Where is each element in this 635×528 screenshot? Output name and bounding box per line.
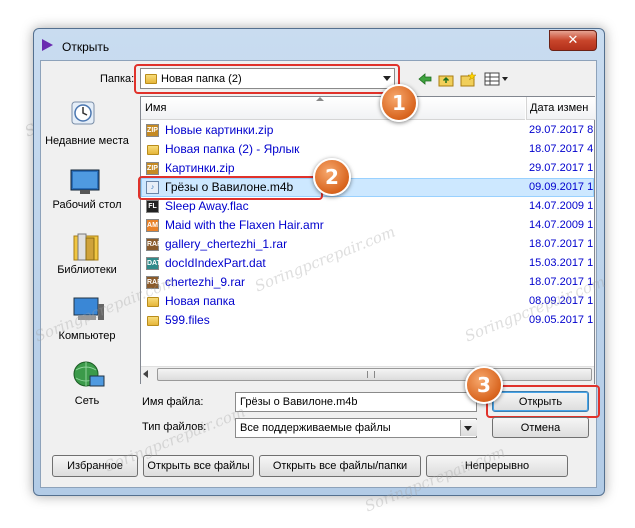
up-folder-icon[interactable]: [438, 71, 454, 87]
file-name: 599.files: [165, 313, 210, 327]
file-date: 15.03.2017 1: [529, 257, 594, 269]
file-name: gallery_chertezhi_1.rar: [165, 237, 288, 251]
file-date: 29.07.2017 1: [529, 162, 594, 174]
callout-badge-3: 3: [465, 366, 503, 404]
file-date: 14.07.2009 1: [529, 200, 594, 212]
amr-file-icon: AM: [146, 219, 159, 232]
recent-places-icon[interactable]: [64, 98, 104, 130]
table-row[interactable]: ZIP Новые картинки.zip 29.07.2017 8: [141, 121, 594, 140]
file-name: Новые картинки.zip: [165, 123, 274, 137]
scroll-left-icon[interactable]: [143, 370, 148, 378]
cancel-button[interactable]: Отмена: [492, 417, 589, 438]
sort-arrow-icon: [316, 97, 324, 101]
table-row[interactable]: Новая папка (2) - Ярлык 18.07.2017 4: [141, 140, 594, 159]
filename-input[interactable]: Грёзы о Вавилоне.m4b: [235, 392, 477, 412]
column-header-date[interactable]: Дата измен: [526, 97, 595, 120]
highlight-selected-file: [138, 176, 323, 200]
view-menu-icon[interactable]: [484, 71, 508, 87]
file-name: docIdIndexPart.dat: [165, 256, 266, 270]
file-name: Новая папка (2) - Ярлык: [165, 142, 300, 156]
new-folder-icon[interactable]: [460, 71, 477, 87]
filename-label: Имя файла:: [142, 396, 204, 408]
table-row[interactable]: RAR chertezhi_9.rar 18.07.2017 1: [141, 273, 594, 292]
column-name-label: Имя: [145, 102, 167, 114]
highlight-location: [134, 64, 400, 94]
open-all-files-button[interactable]: Открыть все файлы: [143, 455, 254, 477]
callout-badge-2: 2: [313, 158, 351, 196]
file-date: 29.07.2017 8: [529, 124, 594, 136]
network-icon[interactable]: [68, 360, 108, 390]
place-label[interactable]: Сеть: [42, 395, 132, 408]
file-name: Новая папка: [165, 294, 235, 308]
app-icon: [40, 38, 54, 52]
open-all-files-folders-button[interactable]: Открыть все файлы/папки: [259, 455, 421, 477]
window-title: Открыть: [62, 40, 110, 54]
thumb-grip-icon: [367, 371, 375, 378]
zip-file-icon: ZIP: [146, 162, 159, 175]
filetype-select[interactable]: Все поддерживаемые файлы: [235, 418, 477, 438]
libraries-icon[interactable]: [68, 232, 104, 262]
desktop-icon[interactable]: [66, 168, 106, 196]
zip-file-icon: ZIP: [146, 124, 159, 137]
column-date-label: Дата измен: [530, 102, 589, 114]
back-icon[interactable]: [417, 71, 433, 87]
flac-file-icon: FL: [146, 200, 159, 213]
callout-badge-1: 1: [380, 84, 418, 122]
place-label[interactable]: Библиотеки: [42, 264, 132, 277]
file-date: 18.07.2017 4: [529, 143, 594, 155]
location-label: Папка:: [100, 73, 135, 85]
folder-icon: [147, 316, 159, 326]
shortcut-folder-icon: [147, 145, 159, 155]
close-button[interactable]: ✕: [549, 30, 597, 51]
dat-file-icon: DAT: [146, 257, 161, 270]
file-date: 09.09.2017 1: [529, 181, 594, 193]
file-date: 14.07.2009 1: [529, 219, 594, 231]
place-label[interactable]: Недавние места: [42, 135, 132, 148]
table-row[interactable]: DAT docIdIndexPart.dat 15.03.2017 1: [141, 254, 594, 273]
chevron-down-icon: [464, 426, 472, 431]
highlight-open-button: [486, 385, 600, 418]
file-name: Maid with the Flaxen Hair.amr: [165, 218, 324, 232]
file-date: 18.07.2017 1: [529, 238, 594, 250]
column-header-name[interactable]: Имя: [141, 97, 525, 120]
filetype-value: Все поддерживаемые файлы: [240, 422, 391, 434]
place-label[interactable]: Рабочий стол: [42, 199, 132, 212]
rar-file-icon: RAR: [146, 238, 162, 251]
